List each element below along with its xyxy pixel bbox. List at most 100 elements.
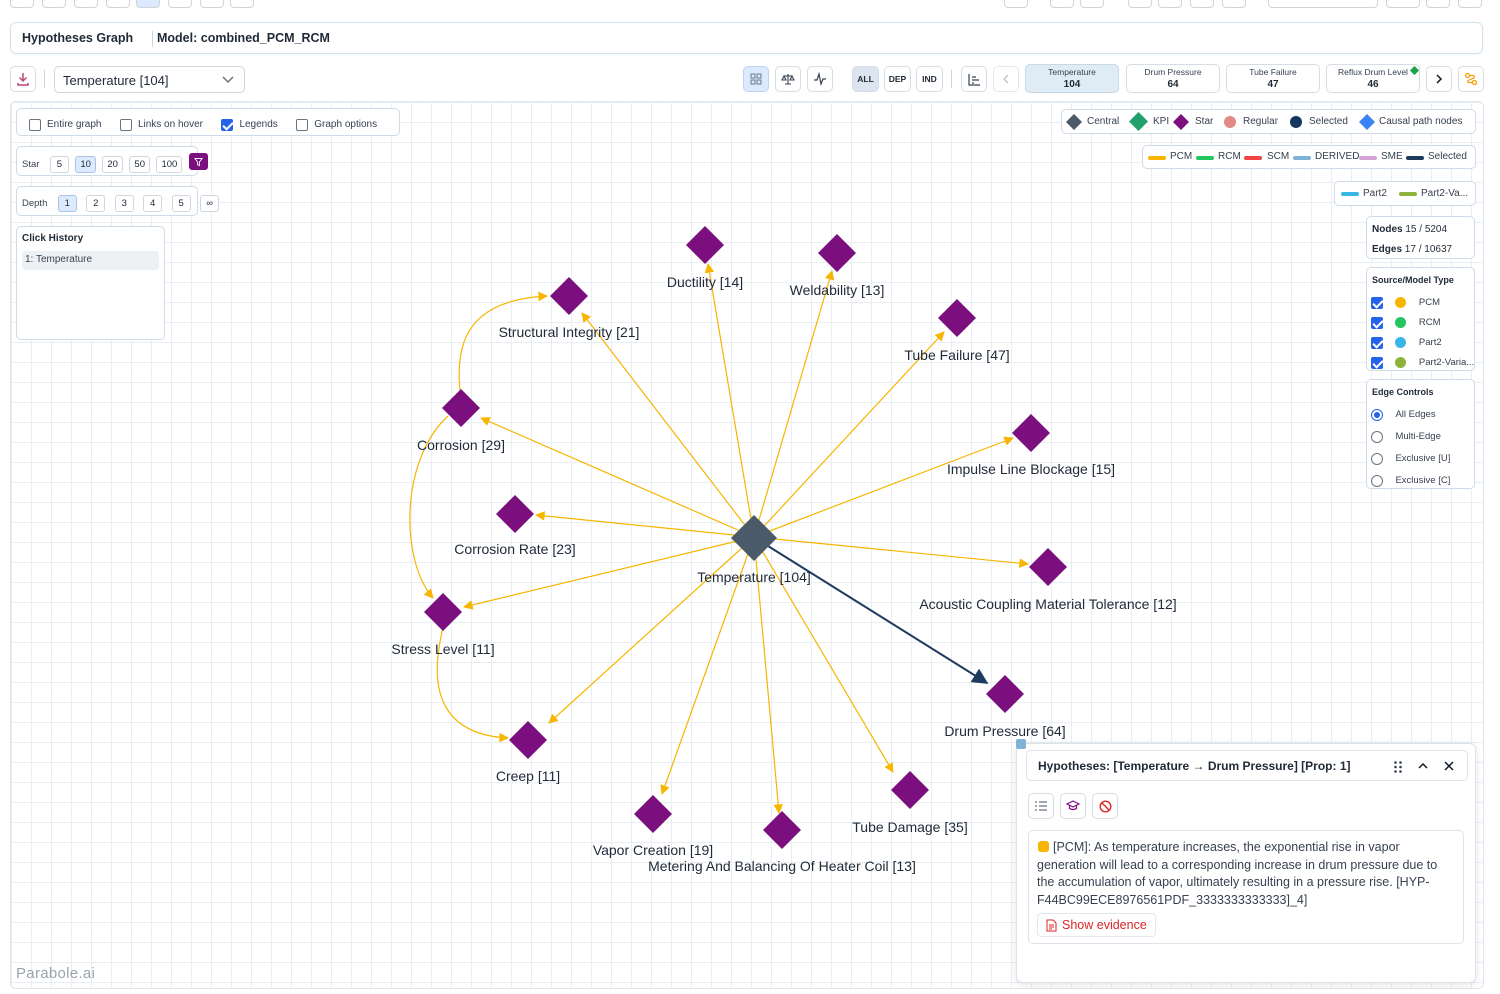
edge-corrosion-structural-integrity[interactable] [458, 291, 548, 391]
edge-controls-title: Edge Controls [1372, 387, 1434, 397]
node-label: Corrosion Rate [23] [454, 541, 576, 557]
part2-variant-checkbox[interactable] [1371, 356, 1383, 369]
source-type-item[interactable]: RCM [1371, 314, 1441, 332]
resize-handle[interactable] [1016, 739, 1026, 749]
node-creep[interactable] [509, 721, 547, 759]
nodes-total: 5204 [1424, 224, 1448, 235]
node-corrosion-rate[interactable] [496, 495, 534, 533]
legends-checkbox[interactable] [221, 118, 234, 131]
star-option[interactable]: 5 [49, 155, 69, 173]
edge-control-option[interactable]: Exclusive [U] [1371, 450, 1450, 468]
close-icon[interactable] [1443, 760, 1455, 772]
all-edges-radio[interactable] [1371, 408, 1383, 421]
source-type-item[interactable]: Part2 [1371, 334, 1442, 352]
edge-temperature-impulse-line-blockage[interactable] [753, 436, 1014, 538]
exclusive-c-radio[interactable] [1371, 474, 1383, 487]
node-label: Vapor Creation [19] [592, 842, 714, 858]
star-option[interactable]: 20 [102, 155, 123, 173]
legend-label: Star [1195, 116, 1214, 127]
drag-handle-icon[interactable] [1393, 760, 1403, 774]
edge-temperature-drum-pressure-selected[interactable] [767, 545, 989, 684]
legend-label: Regular [1243, 116, 1279, 127]
node-ductility[interactable] [686, 226, 724, 264]
selected-edge-swatch [1406, 156, 1424, 160]
depth-option-selected[interactable]: 1 [57, 195, 77, 212]
depth-option[interactable]: ∞ [200, 195, 220, 212]
node-label: Drum Pressure [64] [944, 723, 1066, 739]
graph-options-checkbox[interactable] [296, 118, 309, 131]
graduation-cap-icon [1066, 800, 1080, 811]
edge-temperature-structural-integrity[interactable] [581, 312, 755, 538]
click-history-item[interactable]: 1: Temperature [22, 251, 159, 270]
node-corrosion[interactable] [442, 389, 480, 427]
academic-button[interactable] [1060, 793, 1086, 819]
node-label: Ductility [14] [666, 274, 744, 290]
links-on-hover-checkbox[interactable] [119, 118, 132, 131]
causal-path-node-icon [1359, 114, 1375, 130]
edge-temperature-acoustic-coupling[interactable] [753, 536, 1029, 568]
entire-graph-checkbox[interactable] [29, 118, 41, 131]
graph-stats-panel: Nodes 15 / 5204 Edges 17 / 10637 [1366, 216, 1475, 259]
depth-label: Depth [22, 198, 48, 209]
edge-control-label: Exclusive [U] [1395, 453, 1451, 465]
part2-checkbox[interactable] [1371, 336, 1383, 349]
node-structural-integrity[interactable] [550, 277, 588, 315]
list-icon [1035, 801, 1047, 811]
rcm-edge-swatch [1196, 156, 1214, 160]
edge-temperature-weldability[interactable] [753, 270, 835, 538]
depth-option[interactable]: 2 [86, 195, 106, 212]
legend-label: Part2 [1363, 188, 1387, 199]
edge-control-option[interactable]: Exclusive [C] [1371, 472, 1450, 490]
edge-temperature-corrosion-rate[interactable] [535, 511, 755, 538]
chevron-up-icon[interactable] [1417, 761, 1429, 771]
star-option[interactable]: 100 [156, 155, 183, 173]
show-evidence-button[interactable]: Show evidence [1037, 913, 1156, 937]
rcm-color-dot [1395, 317, 1407, 329]
edge-control-option[interactable]: All Edges [1371, 406, 1436, 424]
node-weldability[interactable] [818, 234, 856, 272]
depth-option[interactable]: 3 [114, 195, 134, 212]
rcm-checkbox[interactable] [1371, 316, 1383, 329]
legend-label: RCM [1218, 151, 1241, 162]
node-temperature-central[interactable] [731, 515, 777, 561]
edge-control-option[interactable]: Multi-Edge [1371, 428, 1441, 446]
star-option[interactable]: 50 [129, 155, 150, 173]
edge-temperature-ductility[interactable] [704, 263, 755, 538]
nodes-count: 15 [1405, 224, 1417, 235]
node-drum-pressure[interactable] [986, 675, 1024, 713]
document-icon [1046, 919, 1057, 931]
source-type-item[interactable]: Part2-Varia... [1371, 354, 1474, 372]
depth-option[interactable]: 4 [143, 195, 163, 212]
list-view-button[interactable] [1028, 793, 1054, 819]
hypothesis-card: [PCM]: As temperature increases, the exp… [1028, 830, 1464, 944]
node-tube-damage[interactable] [891, 771, 929, 809]
source-type-panel: Source/Model Type PCM RCM Part2 Part2-Va… [1366, 267, 1475, 371]
node-metering[interactable] [763, 811, 801, 849]
selected-node-icon [1290, 116, 1302, 128]
edges-total: 10637 [1424, 244, 1453, 255]
hypothesis-text: [PCM]: As temperature increases, the exp… [1037, 840, 1438, 907]
source-type-item[interactable]: PCM [1371, 294, 1440, 312]
block-button[interactable] [1092, 793, 1118, 819]
node-impulse-line-blockage[interactable] [1012, 414, 1050, 452]
star-filter-panel: Star 5 10 20 50 100 [16, 146, 208, 176]
node-tube-failure[interactable] [938, 299, 976, 337]
star-filter-button[interactable] [188, 153, 208, 170]
depth-option[interactable]: 5 [171, 195, 191, 212]
edge-control-label: All Edges [1395, 409, 1436, 421]
node-stress-level[interactable] [424, 593, 462, 631]
hypotheses-header: Hypotheses: [Temperature → Drum Pressure… [1026, 750, 1468, 781]
node-label: Tube Failure [47] [904, 347, 1010, 363]
pcm-checkbox[interactable] [1371, 296, 1383, 309]
node-vapor-creation[interactable] [634, 795, 672, 833]
multi-edge-radio[interactable] [1371, 430, 1383, 443]
exclusive-u-radio[interactable] [1371, 452, 1383, 465]
source-type-label: Part2 [1418, 337, 1442, 349]
pcm-edge-swatch [1148, 156, 1166, 160]
edge-temperature-creep[interactable] [548, 536, 755, 724]
node-acoustic-coupling[interactable] [1029, 548, 1067, 586]
click-history-title: Click History [22, 233, 84, 244]
legend-label: Selected [1428, 151, 1467, 162]
node-label: Stress Level [11] [391, 641, 495, 657]
star-option-selected[interactable]: 10 [75, 155, 96, 173]
